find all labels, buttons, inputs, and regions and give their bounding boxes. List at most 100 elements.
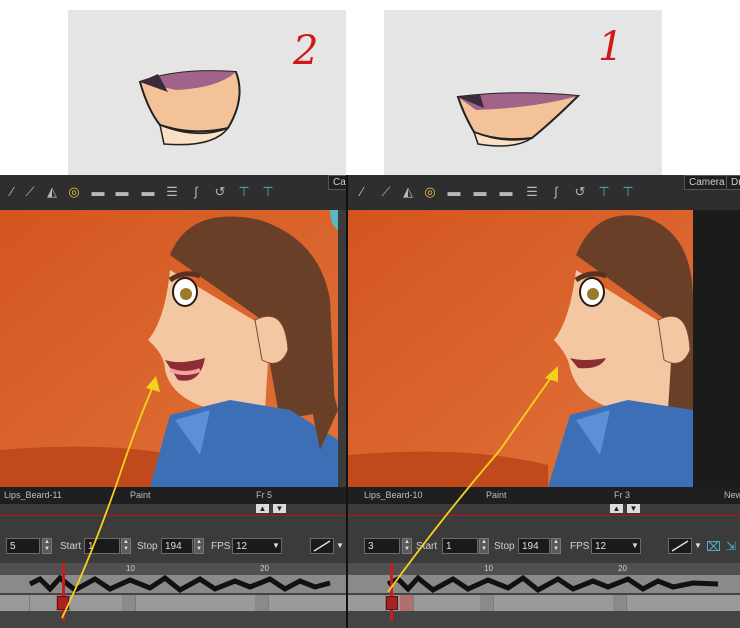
- cell-block[interactable]: [255, 595, 269, 611]
- onion-skin-icon[interactable]: ◎: [422, 184, 438, 200]
- shape-icon[interactable]: ▬: [446, 184, 462, 200]
- brush-icon[interactable]: ⁄: [4, 184, 20, 200]
- drawing-cells[interactable]: [348, 595, 740, 611]
- fps-label: FPS: [211, 541, 231, 552]
- layer-name: Lips_Beard-11: [4, 490, 62, 500]
- onion-skin-icon[interactable]: ◎: [66, 184, 82, 200]
- divider-line: [0, 515, 346, 516]
- status-bar: Lips_Beard-11 Paint Fr 5: [0, 487, 346, 504]
- expand-icon[interactable]: ⇲: [726, 539, 736, 553]
- ruler-mark: 10: [484, 564, 493, 573]
- lamp-icon[interactable]: ◭: [400, 184, 416, 200]
- frame-ruler: 10 20: [0, 563, 346, 575]
- frame-label: Fr 3: [614, 490, 631, 500]
- stop-stepper[interactable]: ▲ ▼: [194, 538, 204, 554]
- cell-block[interactable]: [400, 595, 414, 611]
- start-stepper[interactable]: ▲ ▼: [479, 538, 489, 554]
- new-label: New: [724, 490, 740, 500]
- divider-line: [348, 515, 740, 516]
- start-label: Start: [60, 541, 82, 552]
- scroll-up-button[interactable]: ▲: [610, 504, 623, 513]
- current-frame-field[interactable]: 3: [364, 538, 400, 554]
- frame-label: Fr 5: [256, 490, 273, 500]
- chevron-down-icon[interactable]: ▼: [336, 541, 344, 550]
- frame-ruler: 10 20: [348, 563, 740, 575]
- ruler-icon[interactable]: ⟋: [378, 184, 394, 200]
- interpolation-button[interactable]: [310, 538, 334, 554]
- camera-view[interactable]: [348, 210, 740, 487]
- scroll-up-button[interactable]: ▲: [256, 504, 269, 513]
- brush-icon[interactable]: ⁄: [354, 184, 370, 200]
- ruler-mark: 20: [260, 564, 269, 573]
- camera-tab[interactable]: Camera: [684, 175, 730, 190]
- guide-v-icon[interactable]: ⊤: [620, 184, 636, 200]
- interpolation-button[interactable]: [668, 538, 692, 554]
- audio-waveform: [0, 574, 346, 593]
- guide-v-icon[interactable]: ⊤: [260, 184, 276, 200]
- playhead[interactable]: [390, 563, 393, 621]
- cell-block[interactable]: [348, 595, 386, 611]
- current-frame-field[interactable]: 5: [6, 538, 40, 554]
- selected-cell[interactable]: [57, 596, 69, 610]
- drawing-tab[interactable]: Dra: [726, 175, 740, 190]
- lamp-icon[interactable]: ◭: [44, 184, 60, 200]
- layer-name: Lips_Beard-10: [364, 490, 423, 500]
- layers-icon[interactable]: ☰: [524, 184, 540, 200]
- waveform-graphic: [386, 574, 719, 593]
- stop-field[interactable]: 194: [161, 538, 193, 554]
- ruler-mark: 10: [126, 564, 135, 573]
- rotate-icon[interactable]: ↺: [212, 184, 228, 200]
- ruler-icon[interactable]: ⟋: [22, 184, 38, 200]
- shape2-icon[interactable]: ▬: [472, 184, 488, 200]
- character-artwork: [0, 210, 338, 487]
- rotate-icon[interactable]: ↺: [572, 184, 588, 200]
- shape3-icon[interactable]: ▬: [498, 184, 514, 200]
- shape3-icon[interactable]: ▬: [140, 184, 156, 200]
- stop-field[interactable]: 194: [518, 538, 550, 554]
- guide-h-icon[interactable]: ⊤: [596, 184, 612, 200]
- mode-label: Paint: [130, 490, 151, 500]
- mouth-reference-2: 2: [68, 10, 346, 175]
- flip-icon[interactable]: ʃ: [548, 184, 564, 200]
- start-field[interactable]: 1: [442, 538, 478, 554]
- scroll-down-button[interactable]: ▼: [273, 504, 286, 513]
- shape2-icon[interactable]: ▬: [114, 184, 130, 200]
- scroll-down-button[interactable]: ▼: [627, 504, 640, 513]
- reference-number: 1: [598, 24, 624, 70]
- waveform-graphic: [28, 574, 331, 593]
- timeline[interactable]: 10 20: [348, 563, 740, 628]
- frame-stepper[interactable]: ▲ ▼: [402, 538, 412, 554]
- cell-block[interactable]: [0, 595, 30, 611]
- cell-block[interactable]: [480, 595, 494, 611]
- guide-h-icon[interactable]: ⊤: [236, 184, 252, 200]
- ruler-mark: 20: [618, 564, 627, 573]
- playhead[interactable]: [62, 563, 65, 621]
- camera-x-icon[interactable]: ⌧: [706, 539, 721, 555]
- audio-waveform: [348, 574, 740, 593]
- view-toolbar: ⁄ ⟋ ◭ ◎ ▬ ▬ ▬ ☰ ʃ ↺ ⊤ ⊤ Camera Dra: [348, 175, 740, 210]
- chevron-down-icon[interactable]: ▼: [631, 541, 639, 550]
- shape-icon[interactable]: ▬: [90, 184, 106, 200]
- selected-cell[interactable]: [386, 596, 398, 610]
- flip-icon[interactable]: ʃ: [188, 184, 204, 200]
- start-field[interactable]: 1: [84, 538, 120, 554]
- character-artwork: [348, 210, 740, 487]
- camera-tab[interactable]: Cam: [328, 175, 346, 190]
- chevron-down-icon[interactable]: ▼: [272, 541, 280, 550]
- cell-block[interactable]: [122, 595, 136, 611]
- chevron-down-icon[interactable]: ▼: [694, 541, 702, 550]
- stop-label: Stop: [494, 541, 515, 552]
- layers-icon[interactable]: ☰: [164, 184, 180, 200]
- right-app-panel: ⁄ ⟋ ◭ ◎ ▬ ▬ ▬ ☰ ʃ ↺ ⊤ ⊤ Camera Dra: [348, 175, 740, 628]
- start-stepper[interactable]: ▲ ▼: [121, 538, 131, 554]
- view-toolbar: ⁄ ⟋ ◭ ◎ ▬ ▬ ▬ ☰ ʃ ↺ ⊤ ⊤ Cam: [0, 175, 346, 210]
- drawing-cells[interactable]: [0, 595, 346, 611]
- mouth-reference-1: 1: [384, 10, 662, 175]
- timeline[interactable]: 10 20: [0, 563, 346, 628]
- cell-block[interactable]: [613, 595, 627, 611]
- curve-icon: [671, 540, 689, 552]
- camera-view[interactable]: [0, 210, 338, 487]
- stop-stepper[interactable]: ▲ ▼: [551, 538, 561, 554]
- stop-label: Stop: [137, 541, 158, 552]
- frame-stepper[interactable]: ▲ ▼: [42, 538, 52, 554]
